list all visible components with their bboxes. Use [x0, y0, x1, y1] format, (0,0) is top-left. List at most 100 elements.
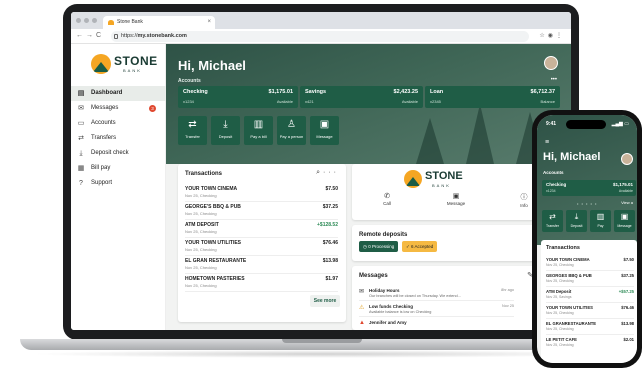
star-icon[interactable]: ☆ [539, 33, 547, 39]
quick-action-message[interactable]: ▣ Message [310, 116, 339, 145]
message-row[interactable]: ▲ Jennifer and Amy [359, 318, 514, 330]
transaction-name: YOUR TOWN UTILITIES [185, 240, 242, 246]
phone-transactions-title: Transactions [546, 245, 580, 251]
alert-icon: ▲ [359, 320, 365, 326]
transaction-name: EL GRANRESTAURANTE [546, 321, 597, 326]
transaction-row[interactable]: GEORGE'S BBQ & PUB Nov 25, Checking $37.25 [185, 202, 338, 220]
browser-actions[interactable]: ☆◉⋮ [539, 32, 565, 39]
processing-badge[interactable]: ◷ 0 Processing [359, 241, 399, 252]
sidebar-item-accounts[interactable]: ▭ Accounts [71, 116, 166, 131]
accepted-badge[interactable]: ✓ 6 Accepted [402, 241, 438, 252]
call-button[interactable]: ✆ Call [367, 192, 407, 206]
quick-action-deposit[interactable]: ⤓ Deposit [211, 116, 240, 145]
transactions-title: Transactions [185, 171, 223, 177]
message-row[interactable]: ✉ Holiday Hours Our branches will be close… [359, 286, 514, 301]
maximize-dot-icon[interactable] [92, 18, 97, 23]
forward-icon[interactable]: → [86, 32, 96, 39]
sidebar-item-messages[interactable]: ✉ Messages 3 [71, 101, 166, 116]
brand-logo-large: STONE BANK [404, 169, 484, 191]
minimize-dot-icon[interactable] [84, 18, 89, 23]
message-desc: Available balance is low on Checking [369, 310, 432, 314]
phone-quick-pay[interactable]: ▥ Pay [590, 210, 611, 232]
sidebar-item-support[interactable]: ? Support [71, 176, 166, 191]
nav-buttons[interactable]: ←→C [76, 32, 104, 39]
deposit-icon: ⤓ [79, 150, 83, 157]
transaction-row[interactable]: ATM Deposit Nov 25, Savings +$57.25 [546, 287, 634, 303]
transaction-row[interactable]: YOUR TOWN CINEMA Nov 25, Checking $7.50 [185, 184, 338, 202]
close-tab-icon[interactable]: × [207, 16, 211, 29]
see-more-button[interactable]: See more [310, 295, 340, 307]
mountain-logo-icon [404, 170, 422, 188]
account-tile-loan[interactable]: Loan $6,712.37 x2345 Balance [425, 86, 560, 108]
transaction-date: Nov 25, Checking [185, 265, 217, 270]
carousel-dots[interactable]: • • • • • [577, 201, 597, 206]
back-icon[interactable]: ← [76, 32, 86, 39]
quick-action-label: Pay a person [279, 134, 304, 139]
phone-account-tile[interactable]: Checking x1234 $1,175.01 Available [542, 180, 636, 196]
transaction-date: Nov 25, Checking [546, 311, 574, 315]
sidebar-item-bill-pay[interactable]: ▦ Bill pay [71, 161, 166, 176]
quick-action-label: Message [316, 134, 333, 139]
search-icon[interactable]: ⌕ [316, 169, 323, 176]
transaction-row[interactable]: YOUR TOWN UTILITIES Nov 25, Checking $76.4… [546, 303, 634, 319]
account-name: Savings [305, 89, 327, 95]
account-amount: $6,712.37 [530, 89, 555, 95]
brand-logo[interactable]: STONE BANK [91, 52, 161, 78]
sidebar-item-dashboard[interactable]: ▤ Dashboard [71, 86, 166, 101]
laptop-screen: Stone Bank × ←→C https://my.stonebank.co… [71, 12, 571, 330]
account-amount: $1,175.01 [268, 89, 293, 95]
transaction-amount: $76.46 [621, 305, 634, 310]
message-button[interactable]: ▣ Message [436, 192, 476, 206]
message-row[interactable]: ⚠ Low funds Checking Available balance is … [359, 302, 514, 317]
laptop-notch [282, 339, 362, 343]
quick-action-transfer[interactable]: ⇄ Transfer [178, 116, 207, 145]
more-icon[interactable]: ••• [551, 77, 557, 83]
phone-quick-transfer[interactable]: ⇄ Transfer [542, 210, 563, 232]
message-time: 8hr ago [501, 288, 514, 292]
transactions-actions[interactable]: ⌕··· [316, 169, 339, 177]
transaction-date: Nov 25, Checking [546, 263, 574, 267]
sidebar-item-transfers[interactable]: ⇄ Transfers [71, 131, 166, 146]
browser-tab[interactable]: Stone Bank × [103, 16, 215, 29]
message-icon: ▣ [319, 119, 330, 130]
quick-action-pay-person[interactable]: ♙ Pay a person [277, 116, 306, 145]
hamburger-menu-icon[interactable]: ≡ [545, 139, 549, 146]
transaction-date: Nov 25, Checking [546, 279, 574, 283]
reload-icon[interactable]: C [96, 32, 104, 39]
transaction-row[interactable]: YOUR TOWN CINEMA Nov 25, Checking $7.50 [546, 255, 634, 271]
account-status: Balance [540, 99, 555, 104]
processing-label: 0 Processing [368, 244, 395, 249]
kebab-menu-icon[interactable]: ⋮ [556, 33, 565, 39]
brand-name: STONE [425, 170, 463, 182]
message-title: Jennifer and Amy [369, 320, 407, 325]
transfer-icon: ⇄ [549, 212, 556, 221]
profile-icon[interactable]: ◉ [548, 33, 556, 39]
transaction-row[interactable]: ATM DEPOSIT Nov 25, Checking +$128.52 [185, 220, 338, 238]
close-dot-icon[interactable] [76, 18, 81, 23]
transaction-row[interactable]: YOUR TOWN UTILITIES Nov 25, Checking $76.4… [185, 238, 338, 256]
transaction-row[interactable]: EL GRANRESTAURANTE Nov 25, Checking $13.98 [546, 319, 634, 335]
transaction-amount: $37.25 [621, 273, 634, 278]
url-input[interactable]: https://my.stonebank.com [111, 31, 529, 42]
quick-action-pay-bill[interactable]: ▥ Pay a bill [244, 116, 273, 145]
phone-quick-message[interactable]: ▣ Message [614, 210, 635, 232]
transaction-row[interactable]: GEORGES BBQ & PUB Nov 25, Checking $37.25 [546, 271, 634, 287]
message-icon: ▣ [452, 193, 460, 200]
product-mockup: Stone Bank × ←→C https://my.stonebank.co… [0, 0, 644, 368]
transaction-row[interactable]: EL GRAN RESTAURANTE Nov 25, Checking $13.9… [185, 256, 338, 274]
transaction-amount: $1.97 [325, 276, 338, 282]
window-controls[interactable] [76, 18, 97, 23]
transaction-row[interactable]: HOMETOWN PASTERIES Nov 25, Checking $1.97 [185, 274, 338, 292]
account-tile-checking[interactable]: Checking $1,175.01 x1234 Available [178, 86, 298, 108]
transaction-row[interactable]: LE PETIT CAFE Nov 25, Checking $2.01 [546, 335, 634, 351]
person-icon: ♙ [287, 119, 296, 130]
dashboard-icon: ▤ [77, 90, 85, 97]
avatar[interactable] [621, 153, 633, 165]
phone-quick-deposit[interactable]: ⤓ Deposit [566, 210, 587, 232]
transaction-amount: $7.50 [325, 186, 338, 192]
more-icon[interactable]: ··· [323, 169, 339, 176]
sidebar-item-deposit-check[interactable]: ⤓ Deposit check [71, 146, 166, 161]
avatar[interactable] [544, 56, 558, 70]
view-all-link[interactable]: View a [621, 200, 633, 205]
account-tile-savings[interactable]: Savings $2,423.25 x421 Available [300, 86, 423, 108]
